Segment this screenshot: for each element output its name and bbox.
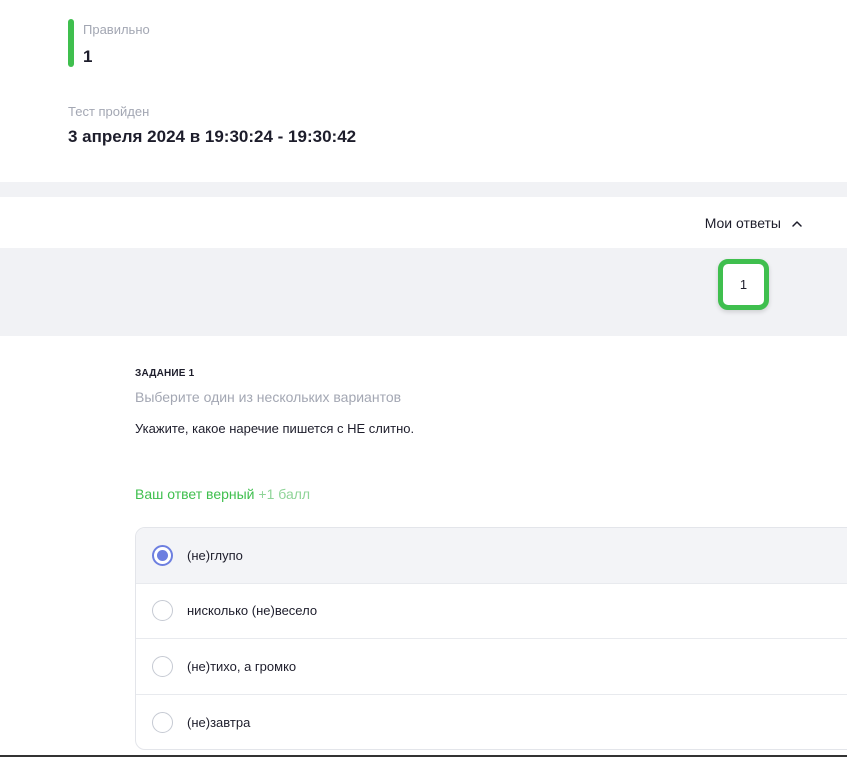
answer-option[interactable]: (не)завтра [136,695,847,750]
radio-selected-icon[interactable] [152,544,173,566]
completed-label: Тест пройден [68,104,150,119]
result-summary: Правильно 1 Тест пройден 3 апреля 2024 в… [0,0,847,182]
answer-option[interactable]: (не)тихо, а громко [136,639,847,695]
result-points: +1 балл [258,486,311,502]
completed-datetime: 3 апреля 2024 в 19:30:24 - 19:30:42 [68,127,357,146]
result-correct-text: Ваш ответ верный [135,486,255,502]
question-nav-button-1[interactable]: 1 [718,259,769,310]
task-question: Укажите, какое наречие пишется с НЕ слит… [135,421,415,436]
correct-value: 1 [83,47,93,66]
test-completed-stat: Тест пройден 3 апреля 2024 в 19:30:24 - … [68,102,356,150]
chevron-up-icon [791,217,803,229]
answer-options: (не)глупо нисколько (не)весело (не)тихо,… [135,527,847,750]
answer-result: Ваш ответ верный +1 балл [135,486,310,502]
task-title: ЗАДАНИЕ 1 [135,368,195,379]
task-instruction: Выберите один из нескольких вариантов [135,389,402,405]
correct-indicator-bar [68,19,74,67]
my-answers-label: Мои ответы [704,215,781,231]
radio-empty-icon[interactable] [152,711,173,733]
radio-empty-icon[interactable] [152,655,173,677]
question-navigator: 1 [0,248,847,336]
section-divider [0,182,847,197]
answer-option[interactable]: нисколько (не)весело [136,584,847,639]
answer-option-label: (не)тихо, а громко [187,658,297,674]
answer-option-label: нисколько (не)весело [187,603,318,619]
answer-option[interactable]: (не)глупо [136,528,847,584]
my-answers-toggle[interactable]: Мои ответы [705,213,803,233]
radio-empty-icon[interactable] [152,600,173,622]
answers-header: Мои ответы [0,197,847,248]
answer-option-label: (не)глупо [187,547,243,563]
answer-option-label: (не)завтра [187,714,251,730]
correct-count-stat: Правильно 1 [68,19,150,67]
correct-label: Правильно [83,22,150,37]
